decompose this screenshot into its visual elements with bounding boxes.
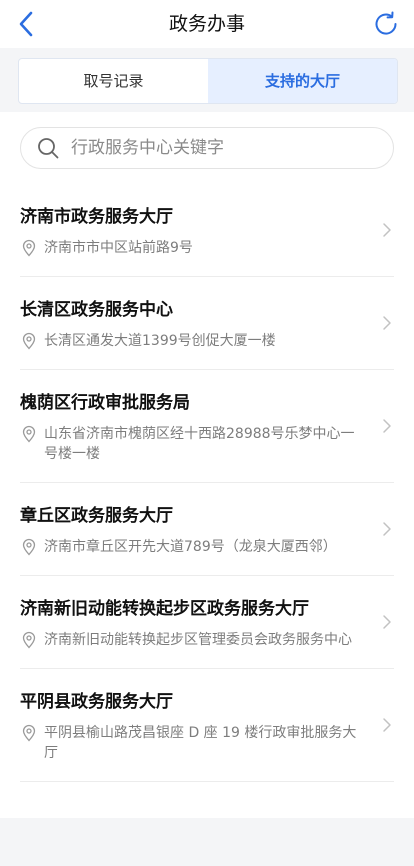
hall-address-row: 平阴县榆山路茂昌银座 D 座 19 楼行政审批服务大厅 bbox=[20, 723, 366, 763]
refresh-button[interactable] bbox=[370, 8, 402, 40]
tab-ticket-records[interactable]: 取号记录 bbox=[19, 59, 208, 103]
list-item[interactable]: 平阴县政务服务大厅 平阴县榆山路茂昌银座 D 座 19 楼行政审批服务大厅 bbox=[20, 669, 394, 782]
hall-address-row: 山东省济南市槐荫区经十西路28988号乐梦中心一号楼一楼 bbox=[20, 424, 366, 464]
chevron-right-icon bbox=[383, 615, 391, 629]
hall-list: 济南市政务服务大厅 济南市市中区站前路9号 长清区政务服务中心 长清区通发大道1… bbox=[20, 184, 394, 782]
location-pin-icon bbox=[22, 425, 36, 443]
hall-address: 济南新旧动能转换起步区管理委员会政务服务中心 bbox=[44, 632, 352, 648]
main-content: 济南市政务服务大厅 济南市市中区站前路9号 长清区政务服务中心 长清区通发大道1… bbox=[0, 112, 414, 818]
location-pin-icon bbox=[22, 631, 36, 649]
hall-address-row: 济南市市中区站前路9号 bbox=[20, 238, 366, 258]
location-pin-icon bbox=[22, 724, 36, 742]
tab-bar-container: 取号记录 支持的大厅 bbox=[0, 48, 414, 112]
hall-address-row: 济南市章丘区开先大道789号（龙泉大厦西邻） bbox=[20, 537, 366, 557]
list-item[interactable]: 济南新旧动能转换起步区政务服务大厅 济南新旧动能转换起步区管理委员会政务服务中心 bbox=[20, 576, 394, 669]
location-pin-icon bbox=[22, 538, 36, 556]
hall-name: 济南新旧动能转换起步区政务服务大厅 bbox=[20, 599, 309, 619]
location-pin-icon bbox=[22, 239, 36, 257]
list-item[interactable]: 济南市政务服务大厅 济南市市中区站前路9号 bbox=[20, 184, 394, 277]
location-pin-icon bbox=[22, 332, 36, 350]
chevron-right-icon bbox=[383, 316, 391, 330]
chevron-right-icon bbox=[383, 718, 391, 732]
hall-address: 济南市市中区站前路9号 bbox=[44, 240, 193, 256]
refresh-icon bbox=[375, 11, 397, 35]
search-input[interactable] bbox=[71, 138, 371, 158]
hall-address: 济南市章丘区开先大道789号（龙泉大厦西邻） bbox=[44, 539, 337, 555]
tab-bar: 取号记录 支持的大厅 bbox=[18, 58, 398, 104]
hall-name: 章丘区政务服务大厅 bbox=[20, 506, 173, 526]
hall-address: 山东省济南市槐荫区经十西路28988号乐梦中心一号楼一楼 bbox=[44, 426, 355, 462]
hall-name: 平阴县政务服务大厅 bbox=[20, 692, 173, 712]
chevron-right-icon bbox=[383, 419, 391, 433]
hall-address: 长清区通发大道1399号创促大厦一楼 bbox=[44, 333, 276, 349]
list-item[interactable]: 章丘区政务服务大厅 济南市章丘区开先大道789号（龙泉大厦西邻） bbox=[20, 483, 394, 576]
hall-name: 槐荫区行政审批服务局 bbox=[20, 393, 190, 413]
hall-name: 长清区政务服务中心 bbox=[20, 300, 173, 320]
search-icon bbox=[38, 138, 59, 159]
hall-name: 济南市政务服务大厅 bbox=[20, 207, 173, 227]
hall-address-row: 长清区通发大道1399号创促大厦一楼 bbox=[20, 331, 366, 351]
list-item[interactable]: 长清区政务服务中心 长清区通发大道1399号创促大厦一楼 bbox=[20, 277, 394, 370]
search-box[interactable] bbox=[20, 127, 394, 169]
chevron-right-icon bbox=[383, 522, 391, 536]
top-nav-bar: 政务办事 bbox=[0, 0, 414, 48]
hall-address-row: 济南新旧动能转换起步区管理委员会政务服务中心 bbox=[20, 630, 366, 650]
chevron-right-icon bbox=[383, 223, 391, 237]
list-item[interactable]: 槐荫区行政审批服务局 山东省济南市槐荫区经十西路28988号乐梦中心一号楼一楼 bbox=[20, 370, 394, 483]
tab-supported-halls[interactable]: 支持的大厅 bbox=[208, 59, 397, 103]
page-title: 政务办事 bbox=[168, 13, 245, 35]
hall-address: 平阴县榆山路茂昌银座 D 座 19 楼行政审批服务大厅 bbox=[44, 725, 357, 761]
